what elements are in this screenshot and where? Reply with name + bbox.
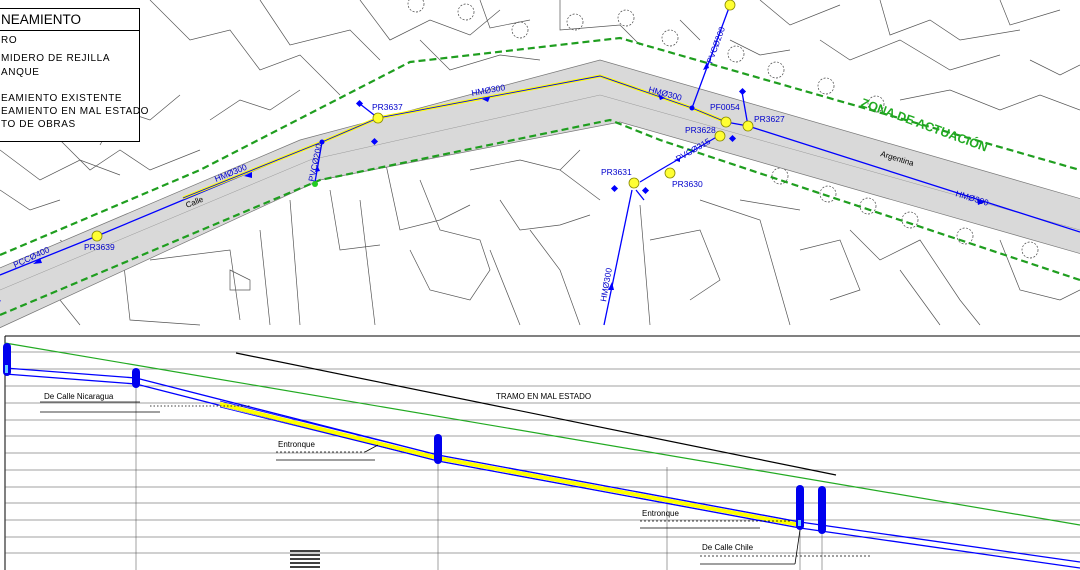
manhole-pr3631 <box>628 177 640 189</box>
legend-box: NEAMIENTO RO MIDERO DE REJILLA ANQUE EAM… <box>0 8 148 142</box>
legend-item: ANQUE <box>1 67 40 78</box>
label-de-calle-nicaragua: De Calle Nicaragua <box>44 392 114 401</box>
tramo-label: TRAMO EN MAL ESTADO <box>496 392 591 401</box>
manhole-pr3627 <box>742 120 754 132</box>
label-pr3628: PR3628 <box>685 125 716 135</box>
label-pvc200-a: PVCØ200 <box>704 25 727 65</box>
ground-line <box>4 342 1080 526</box>
profile-view: TRAMO EN MAL ESTADO De Calle Nicaragua E… <box>3 335 1080 570</box>
manhole-pr3628 <box>714 130 726 142</box>
manhole-pf0054 <box>720 116 732 128</box>
plan-view: PR3637 PR3639 PF0054 PR3628 PR3627 PR363… <box>0 0 1080 329</box>
label-pr3639: PR3639 <box>84 242 115 252</box>
tramo-line <box>235 352 837 476</box>
label-pr3627: PR3627 <box>754 114 785 124</box>
label-pr3631: PR3631 <box>601 167 632 177</box>
manhole-pr3637 <box>372 112 384 124</box>
profile-annotation-lines <box>40 401 870 565</box>
manhole-top <box>724 0 736 11</box>
label-entronque-1: Entronque <box>278 440 315 449</box>
label-pr3630: PR3630 <box>672 179 703 189</box>
sewer-plan-and-profile-drawing: PR3637 PR3639 PF0054 PR3628 PR3627 PR363… <box>0 0 1080 570</box>
label-pf0054: PF0054 <box>710 102 740 112</box>
legend-item: RO <box>1 35 18 46</box>
legend-item: EAMIENTO EN MAL ESTADO <box>1 106 150 117</box>
label-entronque-2: Entronque <box>642 509 679 518</box>
legend-item: EAMIENTO EXISTENTE <box>1 93 123 104</box>
legend-item: TO DE OBRAS <box>1 119 76 130</box>
label-pr3637: PR3637 <box>372 102 403 112</box>
legend-title: NEAMIENTO <box>0 9 139 31</box>
hatch-symbol <box>290 550 320 568</box>
manhole-pr3639 <box>91 230 103 242</box>
label-de-calle-chile: De Calle Chile <box>702 543 754 552</box>
legend-item: MIDERO DE REJILLA <box>1 53 111 64</box>
manhole-pr3630 <box>664 167 676 179</box>
profile-grid <box>5 351 1080 570</box>
road-surface <box>0 59 1080 329</box>
